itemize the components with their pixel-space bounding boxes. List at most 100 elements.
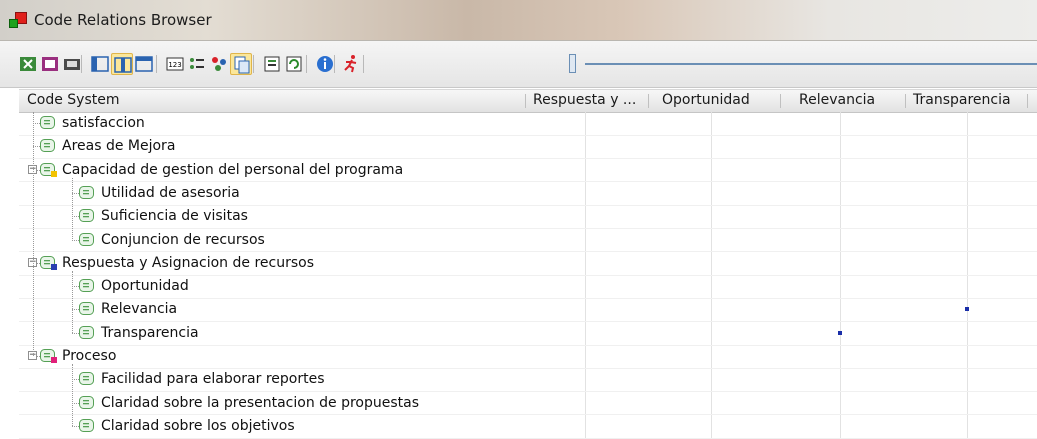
tree-connector bbox=[72, 192, 79, 194]
tree-connector bbox=[72, 177, 73, 240]
settings-list-button[interactable] bbox=[261, 53, 283, 75]
relation-marker[interactable] bbox=[838, 330, 842, 335]
refresh-button[interactable] bbox=[283, 53, 305, 75]
tree-connector bbox=[33, 123, 40, 124]
code-icon bbox=[79, 232, 96, 247]
code-label: Relevancia bbox=[101, 301, 178, 318]
code-icon bbox=[79, 279, 96, 293]
code-relations-grid: satisfaccion Areas de Mejora − Capacidad de… bbox=[0, 112, 1037, 439]
tree-connector bbox=[72, 239, 79, 241]
code-icon bbox=[79, 209, 96, 223]
tree-connector bbox=[72, 286, 79, 288]
tree-connector bbox=[33, 146, 40, 148]
code-icon bbox=[79, 185, 96, 200]
svg-text:123: 123 bbox=[168, 61, 181, 69]
list-button[interactable] bbox=[186, 53, 208, 75]
column-header-respuesta[interactable]: Respuesta y ... bbox=[533, 92, 636, 108]
tree-row[interactable]: Suficiencia de visitas bbox=[0, 205, 1037, 228]
codes-button[interactable] bbox=[208, 53, 230, 75]
code-label: Conjuncion de recursos bbox=[101, 231, 265, 248]
tree-connector bbox=[72, 216, 79, 218]
copy-icon bbox=[234, 56, 250, 74]
numbers-icon: 123 bbox=[166, 57, 184, 71]
numbers-button[interactable]: 123 bbox=[164, 53, 186, 75]
toolbar-separator bbox=[156, 55, 157, 73]
app-logo-icon bbox=[9, 12, 27, 28]
column-header-code-system[interactable]: Code System bbox=[27, 92, 120, 108]
code-label: Capacidad de gestion del personal del pr… bbox=[62, 161, 404, 178]
layout-right-button[interactable] bbox=[133, 53, 155, 75]
code-label: Oportunidad bbox=[101, 278, 189, 295]
code-label: Claridad sobre la presentacion de propue… bbox=[101, 394, 420, 411]
tree-row[interactable]: − Capacidad de gestion del personal del p… bbox=[0, 159, 1037, 182]
print-icon bbox=[64, 59, 80, 70]
layout-left-icon bbox=[91, 56, 109, 72]
export-excel-icon bbox=[20, 57, 36, 71]
export-button[interactable] bbox=[39, 53, 61, 75]
tree-row[interactable]: Claridad sobre los objetivos bbox=[0, 415, 1037, 438]
code-icon bbox=[79, 395, 96, 410]
runner-button[interactable] bbox=[340, 53, 362, 75]
column-header-oportunidad[interactable]: Oportunidad bbox=[662, 92, 750, 108]
codes-icon bbox=[212, 57, 226, 71]
tree-connector bbox=[72, 379, 79, 381]
copy-button[interactable] bbox=[230, 53, 252, 75]
zoom-slider-track[interactable] bbox=[585, 63, 1037, 65]
code-label: Claridad sobre los objetivos bbox=[101, 417, 295, 434]
tree-connector bbox=[72, 309, 79, 311]
tree-connector bbox=[72, 332, 79, 334]
tree-row[interactable]: − Respuesta y Asignacion de recursos bbox=[0, 252, 1037, 275]
zoom-slider-thumb[interactable] bbox=[569, 54, 576, 73]
tree-row[interactable]: Claridad sobre la presentacion de propue… bbox=[0, 392, 1037, 415]
toolbar-separator bbox=[306, 55, 307, 73]
code-icon bbox=[79, 325, 96, 340]
tree-connector bbox=[33, 112, 34, 356]
layout-left-button[interactable] bbox=[89, 53, 111, 75]
print-button[interactable] bbox=[61, 53, 83, 75]
toolbar-separator bbox=[363, 55, 364, 73]
info-icon bbox=[317, 56, 333, 72]
tree-connector bbox=[72, 402, 79, 404]
runner-icon bbox=[344, 55, 357, 73]
code-icon bbox=[79, 302, 96, 316]
tree-row[interactable]: Relevancia bbox=[0, 298, 1037, 321]
tree-row[interactable]: Transparencia bbox=[0, 322, 1037, 345]
tree-row[interactable]: Oportunidad bbox=[0, 275, 1037, 298]
tree-row[interactable]: − Proceso bbox=[0, 345, 1037, 368]
tree-connector bbox=[72, 425, 79, 427]
window-title: Code Relations Browser bbox=[34, 11, 212, 29]
code-label: Proceso bbox=[62, 348, 117, 364]
tree-connector bbox=[72, 271, 73, 333]
export-icon bbox=[42, 57, 58, 71]
code-icon bbox=[79, 372, 96, 386]
column-header-relevancia[interactable]: Relevancia bbox=[799, 92, 875, 108]
code-icon bbox=[40, 255, 57, 270]
code-icon bbox=[40, 139, 57, 153]
toolbar-separator bbox=[81, 55, 82, 73]
toolbar-separator bbox=[334, 55, 335, 73]
refresh-icon bbox=[286, 56, 302, 72]
code-label: Facilidad para elaborar reportes bbox=[101, 371, 325, 388]
tree-row[interactable]: Areas de Mejora bbox=[0, 135, 1037, 158]
tree-row[interactable]: Facilidad para elaborar reportes bbox=[0, 368, 1037, 391]
export-excel-button[interactable] bbox=[17, 53, 39, 75]
column-header: Code System Respuesta y ... Oportunidad … bbox=[19, 89, 1037, 113]
code-label: Utilidad de asesoria bbox=[101, 184, 240, 201]
info-button[interactable] bbox=[314, 53, 336, 75]
layout-center-button[interactable] bbox=[111, 53, 133, 75]
tree-row[interactable]: Conjuncion de recursos bbox=[0, 229, 1037, 252]
title-bar: Code Relations Browser bbox=[0, 0, 1037, 41]
layout-center-icon bbox=[114, 57, 132, 73]
column-header-transparencia[interactable]: Transparencia bbox=[913, 92, 1011, 108]
code-icon bbox=[40, 349, 57, 363]
code-label: Suficiencia de visitas bbox=[101, 208, 248, 225]
tree-connector bbox=[72, 364, 73, 426]
settings-list-icon bbox=[264, 56, 280, 72]
code-label: Respuesta y Asignacion de recursos bbox=[62, 254, 314, 271]
relation-marker[interactable] bbox=[965, 307, 969, 312]
toolbar: 123 bbox=[0, 41, 1037, 88]
layout-right-icon bbox=[135, 56, 153, 72]
tree-row[interactable]: Utilidad de asesoria bbox=[0, 182, 1037, 205]
code-icon bbox=[40, 116, 57, 130]
tree-row[interactable]: satisfaccion bbox=[0, 112, 1037, 135]
